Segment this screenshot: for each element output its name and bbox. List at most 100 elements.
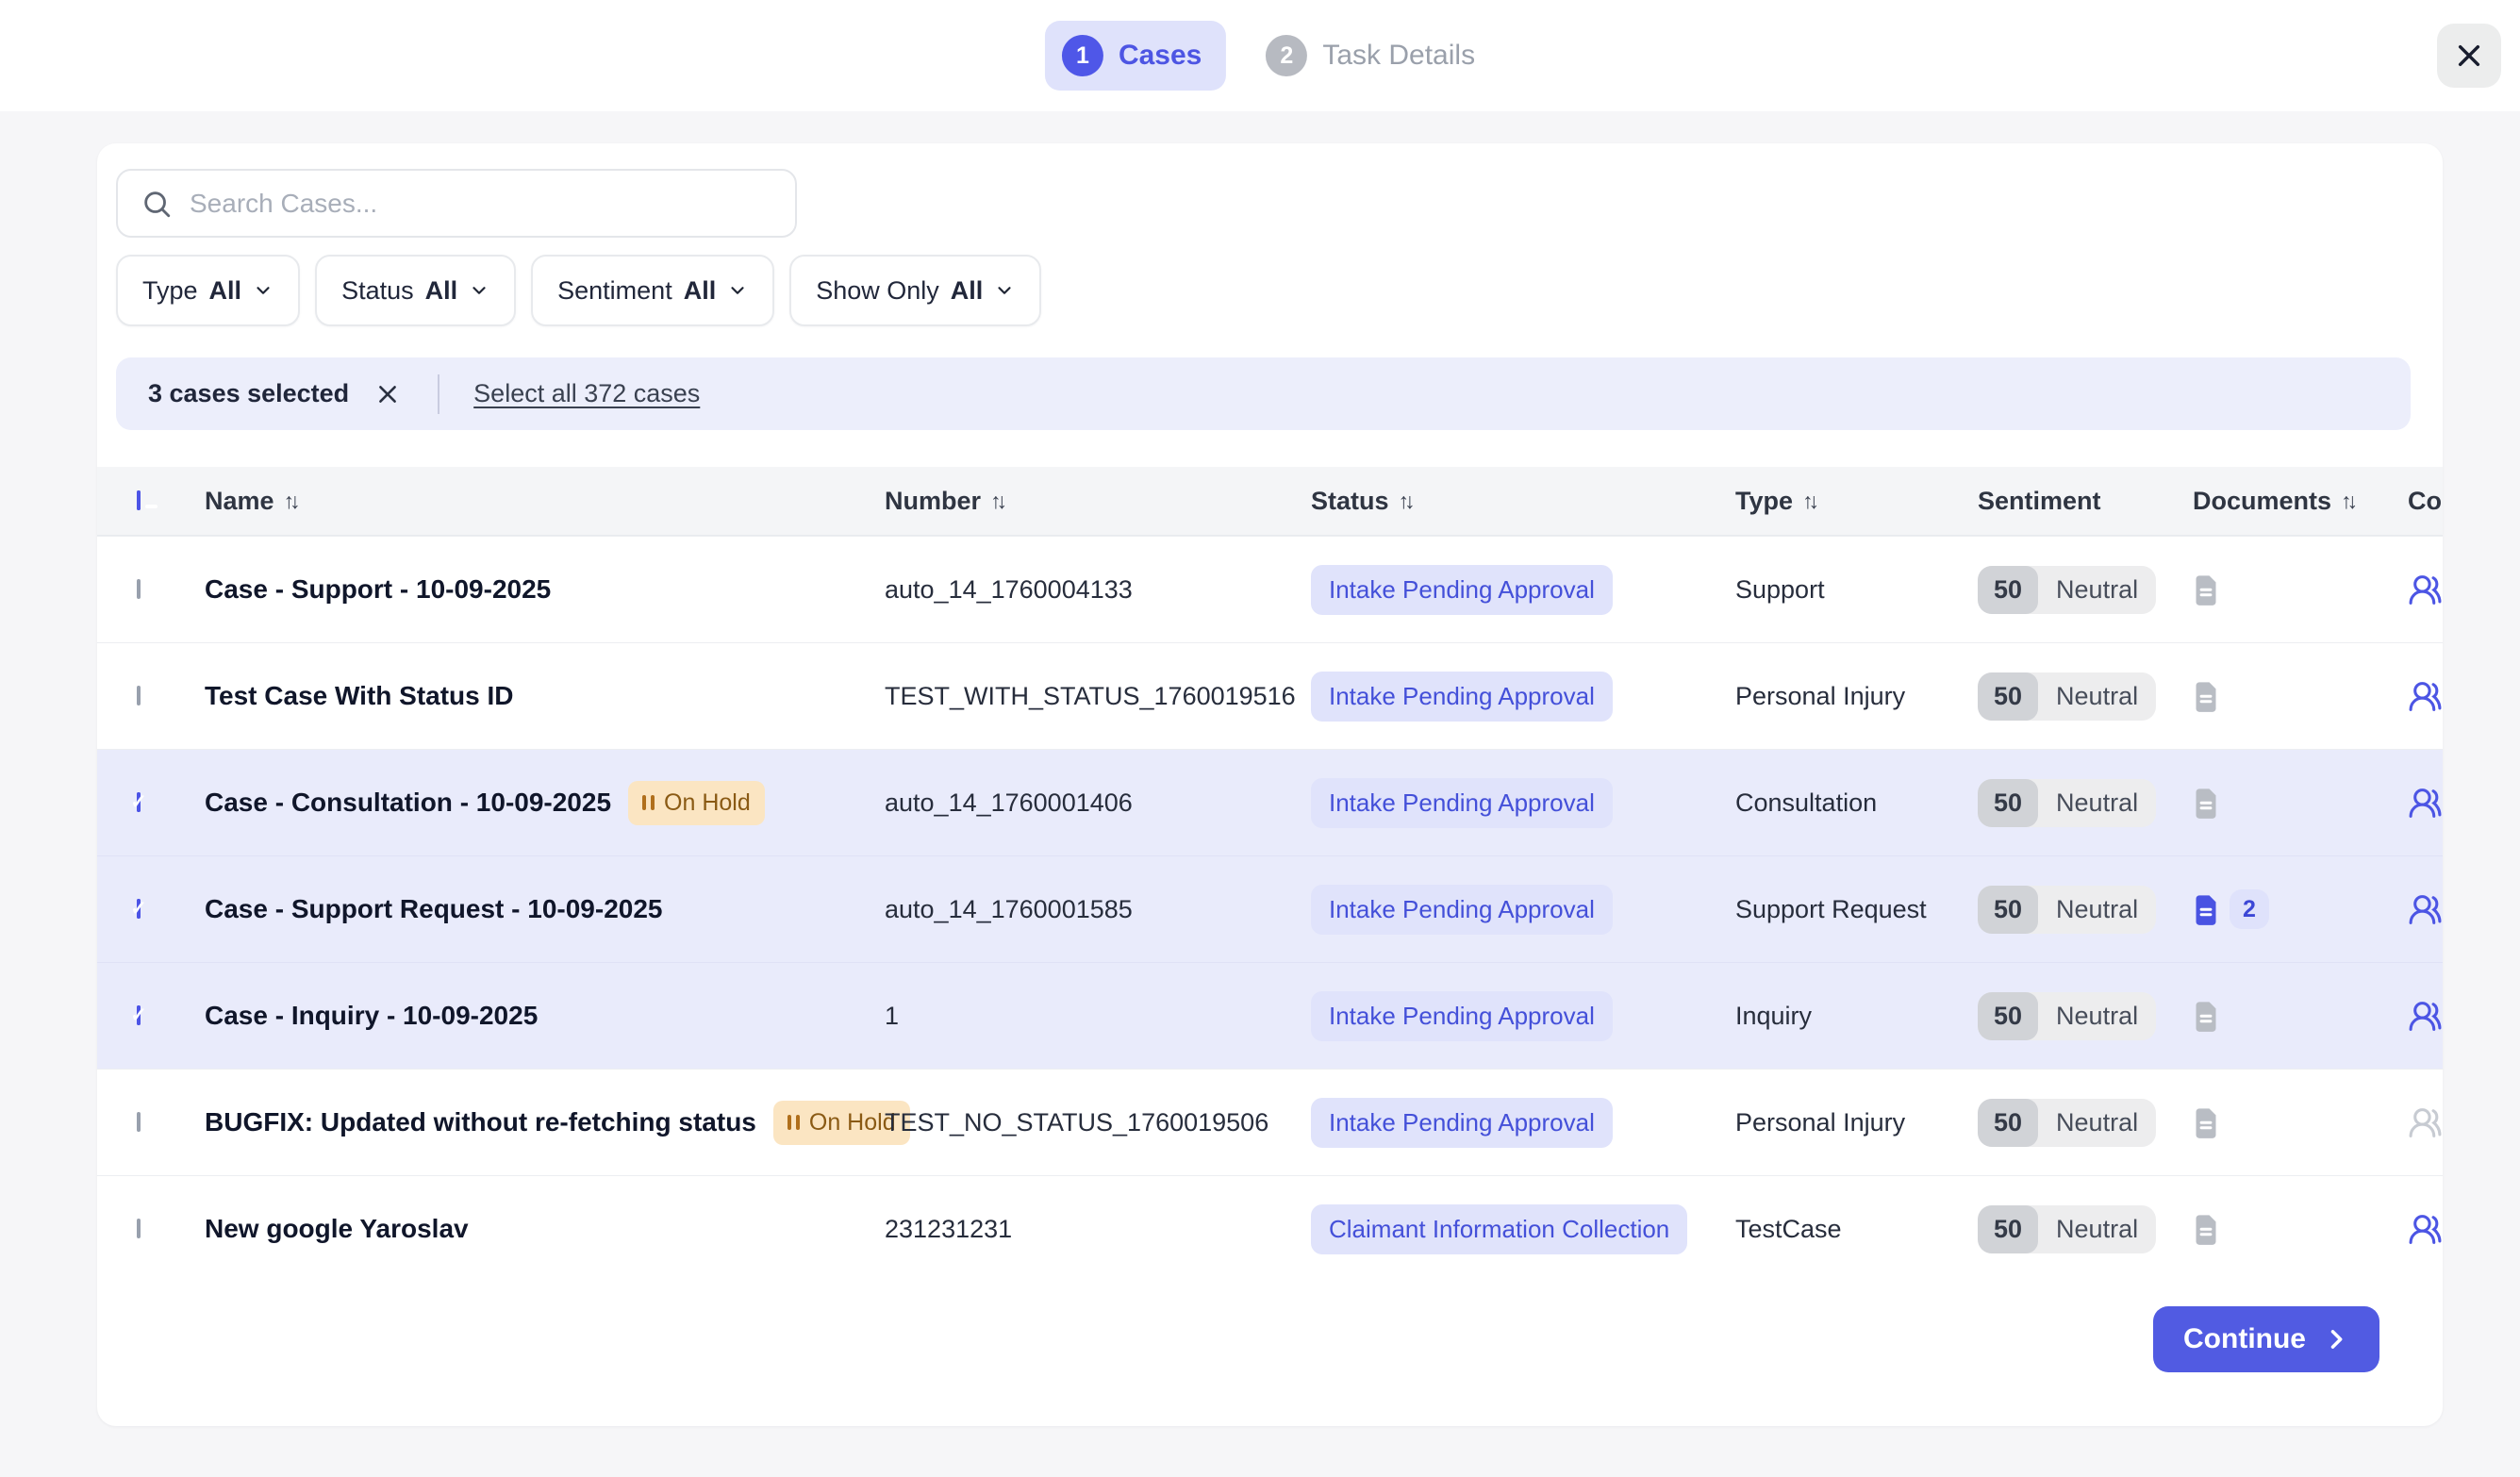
document-icon[interactable] (2193, 1001, 2219, 1032)
step-cases[interactable]: 1 Cases (1045, 21, 1226, 91)
card-footer: Continue (97, 1282, 2443, 1372)
sentiment-score: 50 (1978, 992, 2038, 1040)
sentiment-label: Neutral (2038, 886, 2156, 934)
row-checkbox[interactable] (137, 899, 141, 919)
case-number: auto_14_1760004133 (885, 575, 1311, 605)
table-row[interactable]: Test Case With Status ID TEST_WITH_STATU… (97, 642, 2443, 749)
step-number-badge: 2 (1266, 35, 1307, 76)
chevron-down-icon (727, 280, 748, 301)
sentiment-label: Neutral (2038, 1205, 2156, 1253)
table-row[interactable]: Case - Consultation - 10-09-2025 On Hold… (97, 749, 2443, 855)
contacts-icon[interactable] (2408, 573, 2443, 607)
row-checkbox[interactable] (137, 792, 141, 812)
status-badge: Intake Pending Approval (1311, 672, 1613, 722)
document-icon[interactable] (2193, 681, 2219, 712)
column-header-contacts[interactable]: Co (2408, 487, 2443, 516)
contacts-icon[interactable] (2408, 786, 2443, 821)
contacts-icon[interactable] (2408, 892, 2443, 927)
search-input[interactable] (190, 189, 772, 219)
close-icon (2454, 41, 2484, 71)
search-bar (116, 169, 797, 238)
chevron-down-icon (469, 280, 489, 301)
sentiment-label: Neutral (2038, 1099, 2156, 1147)
chevron-right-icon (2323, 1326, 2349, 1353)
sort-icon: ↑↓ (284, 489, 301, 514)
sentiment-badge: 50Neutral (1978, 1205, 2156, 1253)
table-row[interactable]: Case - Support Request - 10-09-2025 auto… (97, 855, 2443, 962)
row-checkbox[interactable] (137, 686, 141, 705)
chevron-down-icon (253, 280, 274, 301)
status-badge: Intake Pending Approval (1311, 991, 1613, 1041)
row-checkbox[interactable] (137, 579, 141, 599)
filter-show-only[interactable]: Show Only All (789, 255, 1041, 326)
case-type: Personal Injury (1735, 1108, 1978, 1137)
filter-bar: TypeAll StatusAll SentimentAll Show Only… (116, 255, 2443, 326)
sort-icon: ↑↓ (2341, 489, 2358, 514)
case-type: Consultation (1735, 788, 1978, 818)
column-header-status[interactable]: Status↑↓ (1311, 487, 1735, 516)
row-checkbox[interactable] (137, 1005, 141, 1025)
step-label: Cases (1119, 40, 1202, 72)
filter-type[interactable]: TypeAll (116, 255, 300, 326)
sentiment-score: 50 (1978, 1205, 2038, 1253)
sentiment-label: Neutral (2038, 992, 2156, 1040)
document-icon[interactable] (2193, 1107, 2219, 1138)
divider (438, 374, 439, 414)
case-number: 231231231 (885, 1215, 1311, 1244)
filter-status[interactable]: StatusAll (315, 255, 516, 326)
select-all-checkbox[interactable] (137, 490, 141, 510)
contacts-icon[interactable] (2408, 1212, 2443, 1247)
clear-selection-button[interactable] (372, 378, 404, 410)
sentiment-badge: 50Neutral (1978, 992, 2156, 1040)
filter-sentiment[interactable]: SentimentAll (531, 255, 774, 326)
contacts-icon[interactable] (2408, 679, 2443, 714)
table-row[interactable]: New google Yaroslav 231231231 Claimant I… (97, 1175, 2443, 1282)
column-header-name[interactable]: Name↑↓ (205, 487, 885, 516)
sentiment-label: Neutral (2038, 672, 2156, 721)
document-icon[interactable] (2193, 788, 2219, 819)
case-name: New google Yaroslav (205, 1214, 469, 1244)
column-header-documents[interactable]: Documents↑↓ (2193, 487, 2408, 516)
case-name: Test Case With Status ID (205, 681, 514, 711)
sentiment-badge: 50Neutral (1978, 566, 2156, 614)
filter-value: All (951, 276, 984, 306)
sentiment-score: 50 (1978, 566, 2038, 614)
on-hold-badge: On Hold (628, 781, 765, 825)
column-header-type[interactable]: Type↑↓ (1735, 487, 1978, 516)
filter-value: All (684, 276, 717, 306)
filter-label: Show Only (816, 276, 939, 306)
row-checkbox[interactable] (137, 1219, 141, 1238)
sort-icon: ↑↓ (990, 489, 1007, 514)
case-type: Personal Injury (1735, 682, 1978, 711)
filter-value: All (425, 276, 458, 306)
step-label: Task Details (1322, 40, 1475, 72)
continue-button[interactable]: Continue (2153, 1306, 2379, 1372)
filter-value: All (209, 276, 242, 306)
document-icon[interactable] (2193, 1214, 2219, 1245)
row-checkbox[interactable] (137, 1112, 141, 1132)
status-badge: Intake Pending Approval (1311, 885, 1613, 935)
case-type: Support Request (1735, 895, 1978, 924)
document-icon[interactable] (2193, 894, 2219, 925)
table-row[interactable]: Case - Inquiry - 10-09-2025 1 Intake Pen… (97, 962, 2443, 1069)
cases-panel: TypeAll StatusAll SentimentAll Show Only… (97, 143, 2443, 1426)
table-row[interactable]: BUGFIX: Updated without re-fetching stat… (97, 1069, 2443, 1175)
table-row[interactable]: Case - Support - 10-09-2025 auto_14_1760… (97, 536, 2443, 642)
close-icon (375, 382, 400, 407)
sentiment-badge: 50Neutral (1978, 886, 2156, 934)
step-task-details[interactable]: 2 Task Details (1266, 35, 1475, 76)
case-name: Case - Inquiry - 10-09-2025 (205, 1001, 538, 1031)
column-header-number[interactable]: Number↑↓ (885, 487, 1311, 516)
case-number: auto_14_1760001406 (885, 788, 1311, 818)
document-icon[interactable] (2193, 574, 2219, 606)
case-type: Inquiry (1735, 1002, 1978, 1031)
sentiment-score: 50 (1978, 886, 2038, 934)
case-name: Case - Support - 10-09-2025 (205, 574, 551, 605)
status-badge: Intake Pending Approval (1311, 1098, 1613, 1148)
close-button[interactable] (2437, 24, 2501, 88)
case-name: Case - Consultation - 10-09-2025 (205, 788, 611, 818)
contacts-icon[interactable] (2408, 999, 2443, 1034)
contacts-icon (2408, 1105, 2443, 1140)
case-number: TEST_WITH_STATUS_1760019516 (885, 682, 1311, 711)
select-all-link[interactable]: Select all 372 cases (473, 379, 700, 408)
